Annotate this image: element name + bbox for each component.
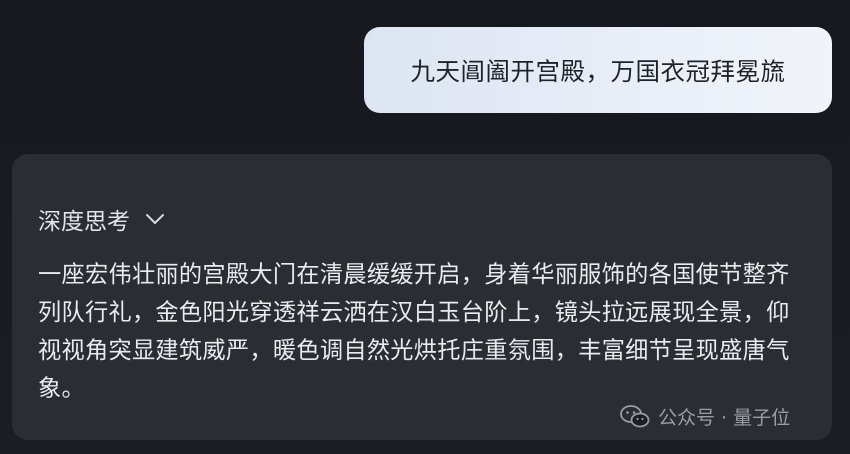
assistant-response-text: 一座宏伟壮丽的宫殿大门在清晨缓缓开启，身着华丽服饰的各国使节整齐列队行礼，金色阳…	[38, 261, 790, 402]
user-message-text: 九天阊阖开宫殿，万国衣冠拜冕旒	[410, 56, 786, 86]
watermark: 公众号 · 量子位	[620, 403, 790, 430]
user-message-bubble: 九天阊阖开宫殿，万国衣冠拜冕旒	[364, 27, 832, 113]
deep-thinking-toggle[interactable]: 深度思考	[38, 202, 166, 236]
deep-thinking-label: 深度思考	[38, 209, 130, 235]
chevron-down-icon[interactable]	[144, 208, 166, 230]
watermark-text: 公众号 · 量子位	[658, 407, 791, 429]
assistant-message-card: 深度思考 一座宏伟壮丽的宫殿大门在清晨缓缓开启，身着华丽服饰的各国使节整齐列队行…	[12, 154, 832, 440]
wechat-icon	[620, 404, 650, 430]
